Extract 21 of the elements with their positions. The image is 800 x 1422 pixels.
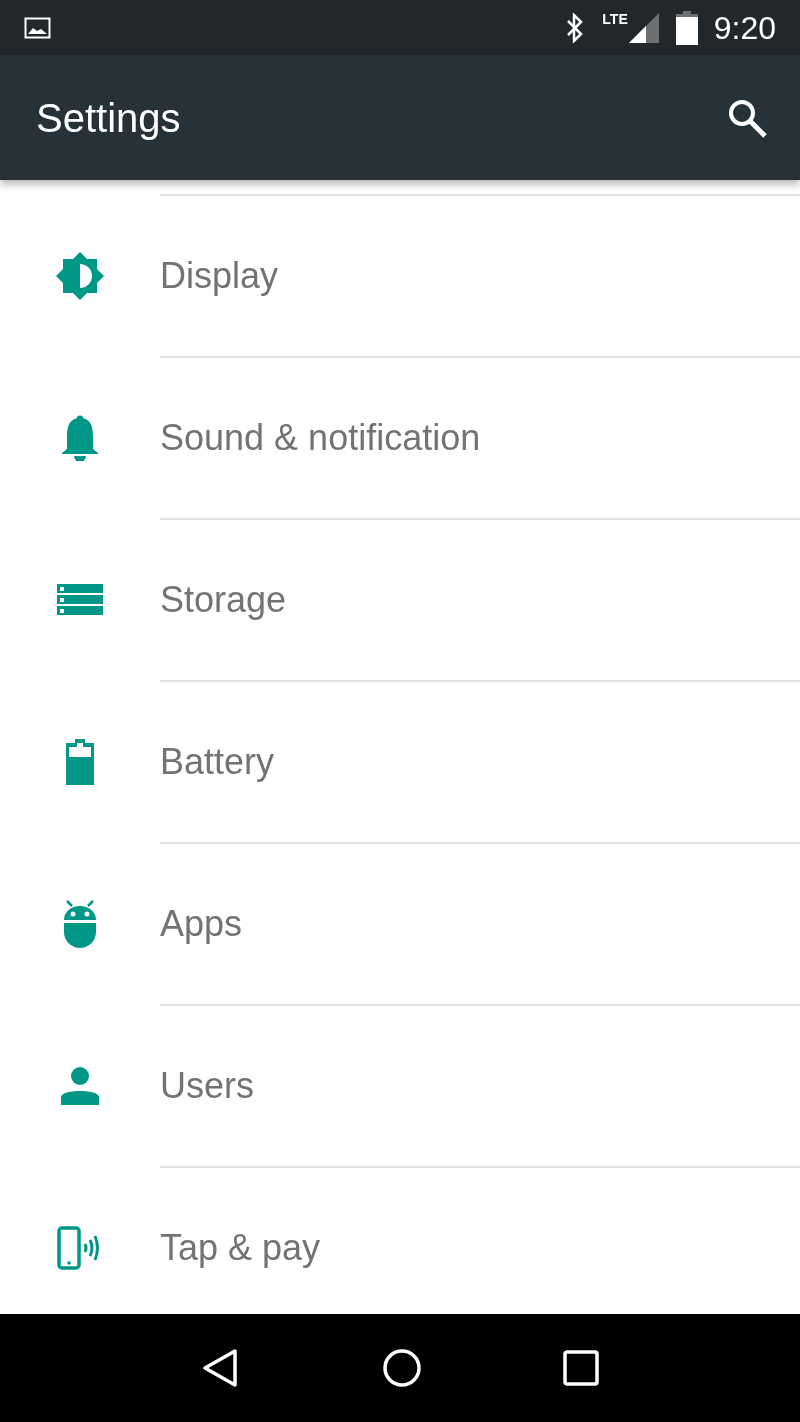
home-icon[interactable] xyxy=(382,1348,422,1388)
bell-icon xyxy=(60,415,100,461)
screen-title: Settings xyxy=(36,94,181,142)
settings-item[interactable]: Battery xyxy=(0,682,800,842)
settings-item[interactable]: Storage xyxy=(0,520,800,680)
recents-icon[interactable] xyxy=(563,1350,600,1386)
settings-item[interactable]: Sound & notification xyxy=(0,358,800,518)
battery-icon xyxy=(66,739,94,785)
storage-icon xyxy=(57,584,103,616)
settings-item[interactable]: Apps xyxy=(0,844,800,1004)
person-icon xyxy=(61,1067,99,1105)
battery-icon xyxy=(675,10,698,45)
settings-item[interactable]: Tap & pay xyxy=(0,1168,800,1314)
robot-icon xyxy=(63,900,97,948)
signal-icon xyxy=(627,11,660,44)
settings-item[interactable]: Display xyxy=(0,196,800,356)
clock-time: 9:20 xyxy=(713,8,776,48)
network-type: LTE xyxy=(602,11,628,26)
settings-item[interactable]: Users xyxy=(0,1006,800,1166)
picture-notification-icon xyxy=(24,16,51,39)
brightness-icon xyxy=(55,251,105,301)
